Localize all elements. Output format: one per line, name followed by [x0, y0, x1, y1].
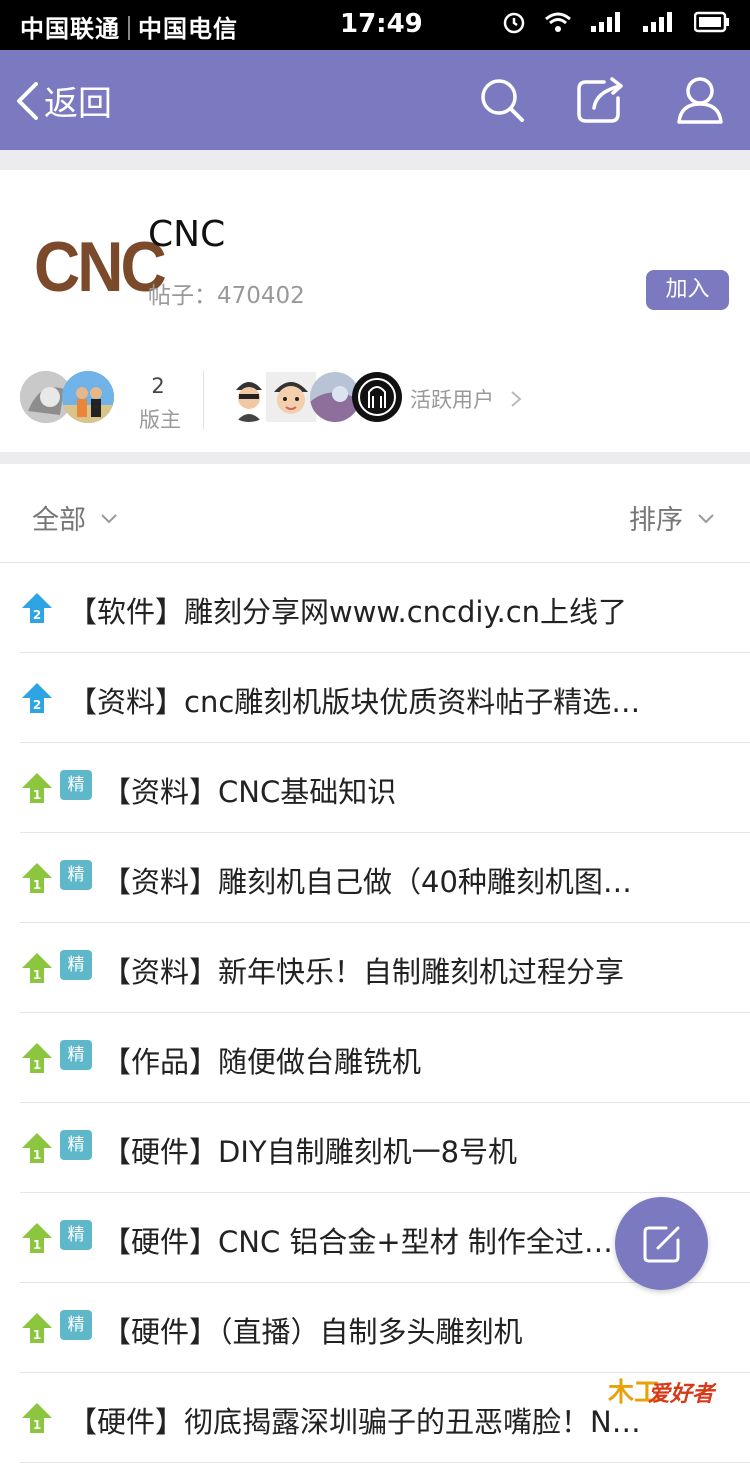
members-row: 2 版主 活跃用户: [0, 350, 750, 452]
thread-row[interactable]: 1 精【作品】随便做台雕铣机: [20, 1013, 750, 1103]
compose-icon[interactable]: [574, 76, 626, 126]
chevron-down-icon: [100, 514, 117, 524]
thread-row[interactable]: 1 精【硬件】DIY自制雕刻机一8号机: [20, 1103, 750, 1193]
svg-text:2: 2: [33, 608, 41, 622]
new-post-button[interactable]: [615, 1197, 708, 1290]
sort-label: 排序: [629, 505, 683, 536]
back-button[interactable]: 返回: [14, 76, 112, 125]
back-label: 返回: [44, 84, 112, 124]
search-icon[interactable]: [478, 76, 526, 124]
thread-title: 【软件】雕刻分享网www.cncdiy.cn上线了: [68, 595, 628, 629]
battery-icon: [694, 11, 729, 33]
section-divider: [0, 150, 750, 170]
sort-dropdown[interactable]: 排序: [629, 498, 716, 537]
thread-row[interactable]: 2 【资料】cnc雕刻机版块优质资料帖子精选…: [20, 653, 750, 743]
watermark-logo: 木工 爱好者: [608, 1368, 738, 1418]
pin-top-1-icon: 1: [22, 1043, 52, 1073]
featured-badge: 精: [60, 1040, 92, 1070]
pin-top-1-icon: 1: [22, 863, 52, 893]
thread-row[interactable]: 1 精【资料】雕刻机自己做（40种雕刻机图…: [20, 833, 750, 923]
carrier-2: 中国电信: [138, 15, 238, 43]
thread-title: 【资料】cnc雕刻机版块优质资料帖子精选…: [68, 685, 641, 719]
wifi-icon: [545, 12, 571, 32]
section-divider: [0, 452, 750, 464]
filter-bar: 全部 排序: [0, 464, 750, 563]
moderator-label: 版主: [139, 408, 181, 432]
thread-title: 【资料】新年快乐！自制雕刻机过程分享: [102, 955, 625, 989]
active-user-avatar[interactable]: [266, 372, 316, 422]
moderator-avatar[interactable]: [62, 371, 114, 423]
chevron-right-icon: [511, 391, 522, 407]
category-filter-dropdown[interactable]: 全部: [32, 498, 119, 537]
svg-text:1: 1: [33, 1328, 41, 1342]
active-users-label: 活跃用户: [410, 388, 494, 412]
thread-row[interactable]: 2 【软件】雕刻分享网www.cncdiy.cn上线了: [20, 563, 750, 653]
thread-row[interactable]: 1 精【资料】CNC基础知识: [20, 743, 750, 833]
divider: [203, 370, 204, 430]
thread-list: 2 【软件】雕刻分享网www.cncdiy.cn上线了 2 【资料】cnc雕刻机版块优…: [0, 563, 750, 1463]
thread-row[interactable]: 1 精【硬件】（直播）自制多头雕刻机: [20, 1283, 750, 1373]
active-user-avatar[interactable]: [352, 372, 402, 422]
join-button[interactable]: 加入: [646, 270, 729, 310]
thread-title: 【硬件】（直播）自制多头雕刻机: [102, 1315, 523, 1349]
status-time: 17:49: [340, 9, 423, 39]
featured-badge: 精: [60, 860, 92, 890]
carrier-label: 中国联通 中国电信: [20, 9, 238, 44]
pin-top-1-icon: 1: [22, 953, 52, 983]
svg-text:1: 1: [33, 1058, 41, 1072]
user-icon[interactable]: [676, 76, 724, 124]
forum-logo: CNC: [34, 227, 167, 307]
edit-icon: [643, 1226, 680, 1263]
thread-title: 【资料】雕刻机自己做（40种雕刻机图…: [102, 865, 632, 899]
svg-text:1: 1: [33, 788, 41, 802]
featured-badge: 精: [60, 1310, 92, 1340]
carrier-1: 中国联通: [20, 15, 120, 43]
active-users-link[interactable]: 活跃用户: [410, 384, 523, 414]
watermark-part-2: 爱好者: [648, 1381, 715, 1406]
chevron-down-icon: [697, 514, 714, 524]
top-nav-bar: 返回: [0, 50, 750, 150]
featured-badge: 精: [60, 1220, 92, 1250]
pin-top-2-icon: 2: [22, 593, 52, 623]
svg-text:1: 1: [33, 968, 41, 982]
svg-text:2: 2: [33, 698, 41, 712]
svg-text:1: 1: [33, 878, 41, 892]
forum-post-count: 帖子：470402: [148, 283, 305, 309]
status-bar: 中国联通 中国电信 17:49: [0, 0, 750, 50]
featured-badge: 精: [60, 770, 92, 800]
signal-icon: [591, 12, 620, 32]
category-filter-label: 全部: [32, 505, 86, 536]
svg-text:1: 1: [33, 1238, 41, 1252]
carrier-separator: [128, 16, 130, 40]
svg-text:1: 1: [33, 1148, 41, 1162]
moderator-count: 2: [151, 374, 165, 398]
chevron-left-icon: [17, 81, 38, 120]
thread-title: 【作品】随便做台雕铣机: [102, 1045, 422, 1079]
thread-row[interactable]: 1 精【资料】新年快乐！自制雕刻机过程分享: [20, 923, 750, 1013]
alarm-icon: [503, 12, 525, 34]
thread-title: 【资料】CNC基础知识: [102, 775, 397, 809]
signal-icon-2: [643, 12, 672, 32]
featured-badge: 精: [60, 1130, 92, 1160]
pin-top-1-icon: 1: [22, 773, 52, 803]
pin-top-1-icon: 1: [22, 1313, 52, 1343]
forum-name: CNC: [148, 214, 226, 255]
forum-header: CNC CNC 帖子：470402 加入: [0, 170, 750, 351]
thread-title: 【硬件】DIY自制雕刻机一8号机: [102, 1135, 518, 1169]
featured-badge: 精: [60, 950, 92, 980]
pin-top-1-icon: 1: [22, 1133, 52, 1163]
pin-top-2-icon: 2: [22, 683, 52, 713]
status-icons: [502, 10, 730, 34]
pin-top-1-icon: 1: [22, 1223, 52, 1253]
